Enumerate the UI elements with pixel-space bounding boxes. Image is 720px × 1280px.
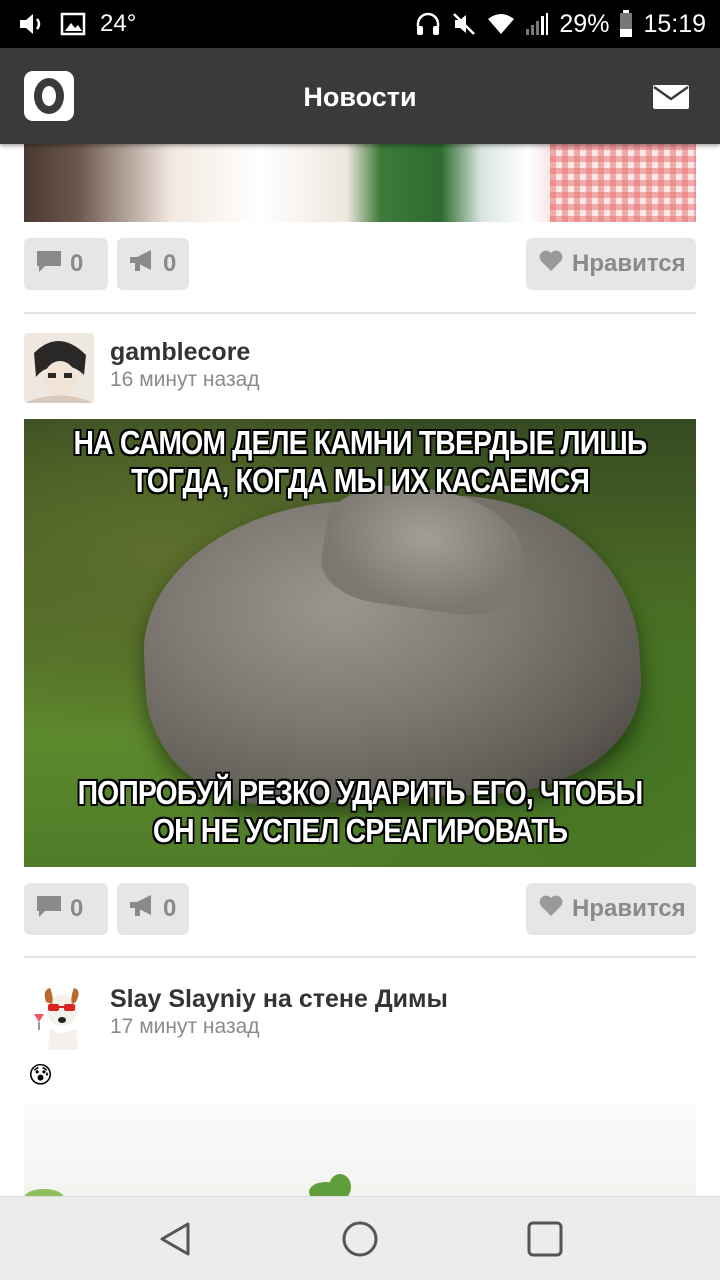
temperature: 24°	[100, 10, 137, 37]
page-title: Новости	[303, 82, 417, 112]
post-actions: 0 0 Нравится	[24, 883, 696, 937]
post-time: 16 минут назад	[110, 368, 260, 391]
post-header: gamblecore 16 минут назад	[24, 333, 696, 403]
status-bar: 24° 29% 15:19	[0, 0, 720, 48]
heart-icon	[538, 249, 564, 280]
signal-icon	[525, 12, 549, 36]
volume-icon	[18, 12, 46, 36]
avatar[interactable]	[24, 333, 94, 403]
news-feed[interactable]: 0 0 Нравится gamblecore 16 минут назад Н…	[0, 144, 720, 1196]
battery-icon	[619, 10, 633, 38]
share-count: 0	[163, 895, 177, 922]
recents-icon[interactable]	[525, 1219, 565, 1259]
author-name[interactable]: gamblecore	[110, 337, 250, 367]
heart-icon	[538, 894, 564, 925]
comment-icon	[36, 894, 62, 925]
clock: 15:19	[643, 10, 706, 38]
comment-icon	[36, 249, 62, 280]
like-button[interactable]: Нравится	[526, 238, 696, 290]
post-text: 😰	[28, 1062, 54, 1089]
wifi-icon	[487, 12, 515, 36]
share-button[interactable]: 0	[117, 238, 189, 290]
mail-icon[interactable]	[652, 84, 690, 115]
home-icon[interactable]	[340, 1219, 380, 1259]
post-header: Slay Slayniy на стене Димы 17 минут наза…	[24, 980, 696, 1050]
post-image[interactable]	[24, 1104, 696, 1196]
comment-count: 0	[70, 895, 84, 922]
divider	[24, 956, 696, 958]
mute-icon	[451, 11, 477, 37]
post-image[interactable]	[24, 144, 696, 222]
comment-count: 0	[70, 250, 84, 277]
battery-percent: 29%	[559, 10, 610, 38]
back-icon[interactable]	[156, 1219, 196, 1259]
app-header: Новости	[0, 48, 720, 144]
meme-bottom-caption: ПОПРОБУЙ РЕЗКО УДАРИТЬ ЕГО, ЧТОБЫ ОН НЕ …	[77, 774, 644, 849]
post-actions: 0 0 Нравится	[24, 238, 696, 292]
headphones-icon	[415, 11, 441, 37]
like-label: Нравится	[572, 895, 686, 922]
image-icon	[60, 12, 86, 36]
divider	[24, 312, 696, 314]
megaphone-icon	[129, 249, 155, 280]
post-time: 17 минут назад	[110, 1015, 260, 1038]
like-label: Нравится	[572, 250, 686, 277]
author-name[interactable]: Slay Slayniy на стене Димы	[110, 984, 448, 1014]
share-count: 0	[163, 250, 177, 277]
share-button[interactable]: 0	[117, 883, 189, 935]
comment-button[interactable]: 0	[24, 883, 108, 935]
meme-top-caption: НА САМОМ ДЕЛЕ КАМНИ ТВЕРДЫЕ ЛИШЬ ТОГДА, …	[73, 424, 648, 499]
avatar[interactable]	[24, 980, 94, 1050]
megaphone-icon	[129, 894, 155, 925]
comment-button[interactable]: 0	[24, 238, 108, 290]
system-nav-bar	[0, 1196, 720, 1280]
post-image[interactable]: НА САМОМ ДЕЛЕ КАМНИ ТВЕРДЫЕ ЛИШЬ ТОГДА, …	[24, 419, 696, 867]
like-button[interactable]: Нравится	[526, 883, 696, 935]
